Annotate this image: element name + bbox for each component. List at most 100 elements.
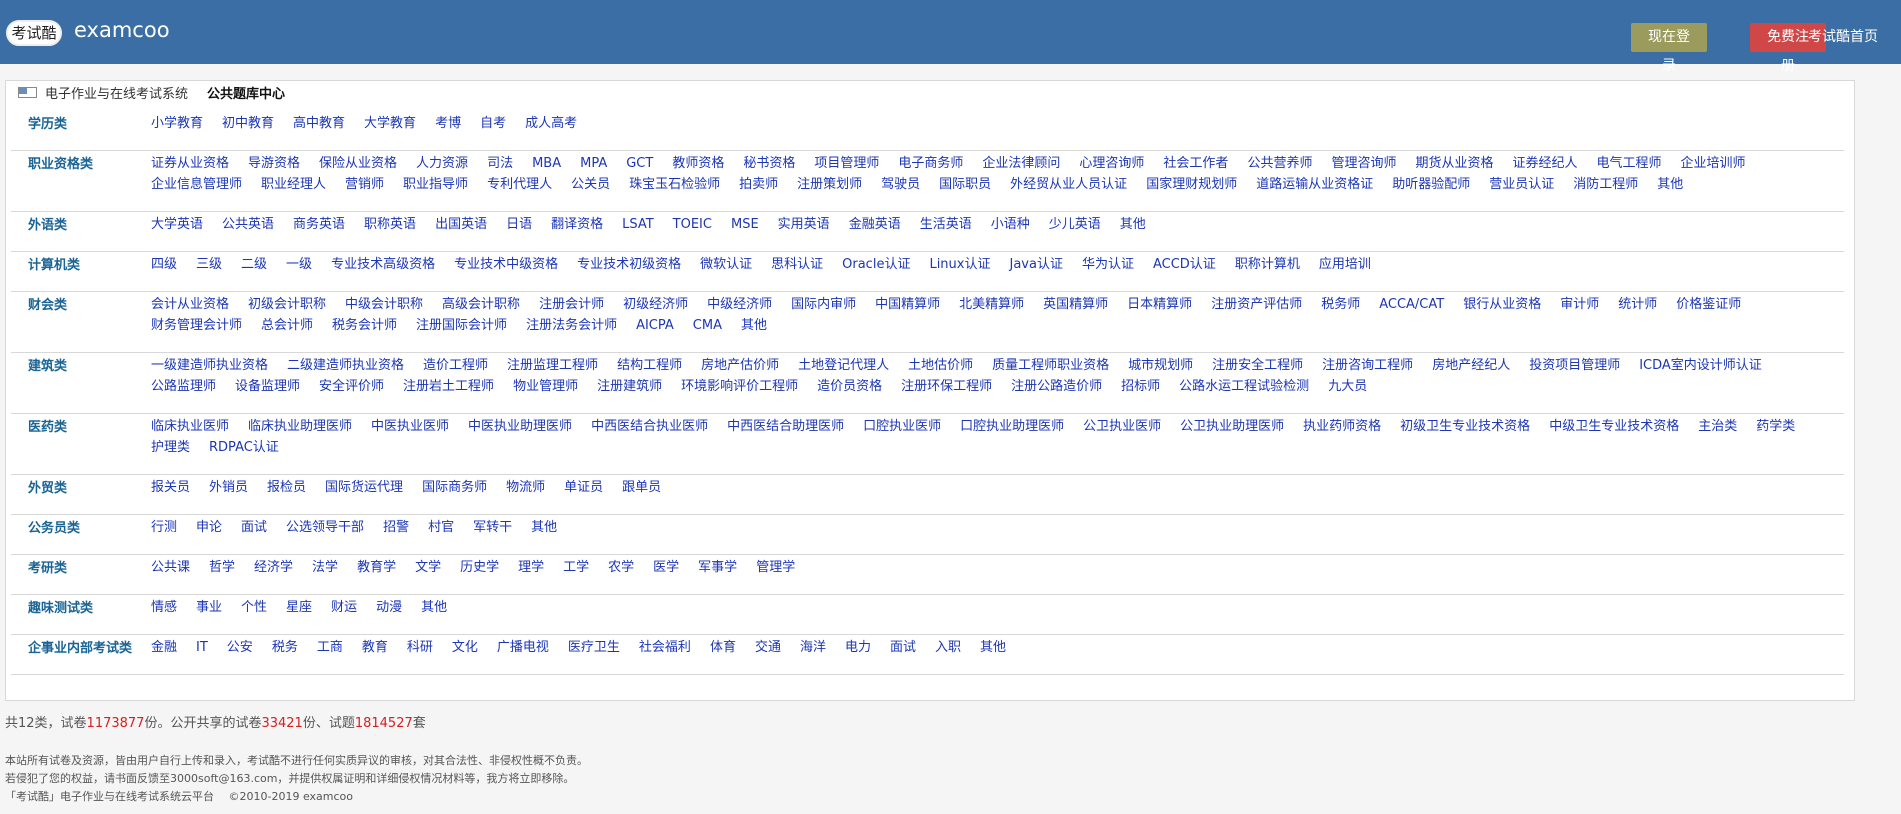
subcategory-link[interactable]: 初级会计职称	[248, 294, 326, 315]
subcategory-link[interactable]: 注册安全工程师	[1212, 355, 1303, 376]
subcategory-link[interactable]: 道路运输从业资格证	[1256, 174, 1373, 195]
category-name[interactable]: 外贸类	[11, 475, 151, 514]
subcategory-link[interactable]: 质量工程师职业资格	[992, 355, 1109, 376]
subcategory-link[interactable]: 经济学	[254, 557, 293, 578]
subcategory-link[interactable]: 国际货运代理	[325, 477, 403, 498]
subcategory-link[interactable]: 历史学	[460, 557, 499, 578]
subcategory-link[interactable]: 中医执业医师	[371, 416, 449, 437]
subcategory-link[interactable]: 应用培训	[1319, 254, 1371, 275]
subcategory-link[interactable]: 土地估价师	[908, 355, 973, 376]
subcategory-link[interactable]: 秘书资格	[743, 153, 795, 174]
subcategory-link[interactable]: 微软认证	[700, 254, 752, 275]
subcategory-link[interactable]: 主治类	[1698, 416, 1737, 437]
subcategory-link[interactable]: 安全评价师	[319, 376, 384, 397]
subcategory-link[interactable]: 税务	[272, 637, 298, 658]
subcategory-link[interactable]: 医学	[653, 557, 679, 578]
subcategory-link[interactable]: 招警	[383, 517, 409, 538]
home-link[interactable]: 考试酷首页	[1808, 24, 1878, 51]
subcategory-link[interactable]: 交通	[755, 637, 781, 658]
subcategory-link[interactable]: 面试	[241, 517, 267, 538]
subcategory-link[interactable]: CMA	[693, 315, 722, 336]
login-button[interactable]: 现在登录	[1631, 23, 1707, 74]
subcategory-link[interactable]: 工学	[563, 557, 589, 578]
subcategory-link[interactable]: 助听器验配师	[1392, 174, 1470, 195]
subcategory-link[interactable]: 期货从业资格	[1415, 153, 1493, 174]
subcategory-link[interactable]: 司法	[487, 153, 513, 174]
subcategory-link[interactable]: 营销师	[345, 174, 384, 195]
subcategory-link[interactable]: 文学	[415, 557, 441, 578]
subcategory-link[interactable]: 设备监理师	[235, 376, 300, 397]
subcategory-link[interactable]: 入职	[935, 637, 961, 658]
subcategory-link[interactable]: 日语	[506, 214, 532, 235]
subcategory-link[interactable]: 导游资格	[248, 153, 300, 174]
subcategory-link[interactable]: 药学类	[1756, 416, 1795, 437]
subcategory-link[interactable]: 证券从业资格	[151, 153, 229, 174]
category-name[interactable]: 趣味测试类	[11, 595, 151, 634]
subcategory-link[interactable]: 少儿英语	[1049, 214, 1101, 235]
subcategory-link[interactable]: 职称英语	[364, 214, 416, 235]
subcategory-link[interactable]: 电力	[845, 637, 871, 658]
subcategory-link[interactable]: 报检员	[267, 477, 306, 498]
subcategory-link[interactable]: 情感	[151, 597, 177, 618]
subcategory-link[interactable]: 小学教育	[151, 113, 203, 134]
subcategory-link[interactable]: 专业技术高级资格	[331, 254, 435, 275]
subcategory-link[interactable]: 临床执业助理医师	[248, 416, 352, 437]
subcategory-link[interactable]: 营业员认证	[1489, 174, 1554, 195]
subcategory-link[interactable]: 拍卖师	[739, 174, 778, 195]
subcategory-link[interactable]: AICPA	[636, 315, 674, 336]
subcategory-link[interactable]: ACCA/CAT	[1379, 294, 1444, 315]
category-name[interactable]: 考研类	[11, 555, 151, 594]
subcategory-link[interactable]: 驾驶员	[881, 174, 920, 195]
subcategory-link[interactable]: 思科认证	[771, 254, 823, 275]
subcategory-link[interactable]: 其他	[1120, 214, 1146, 235]
subcategory-link[interactable]: 一级	[286, 254, 312, 275]
subcategory-link[interactable]: 公路监理师	[151, 376, 216, 397]
subcategory-link[interactable]: 中国精算师	[875, 294, 940, 315]
subcategory-link[interactable]: 出国英语	[435, 214, 487, 235]
subcategory-link[interactable]: 注册咨询工程师	[1322, 355, 1413, 376]
subcategory-link[interactable]: 村官	[428, 517, 454, 538]
subcategory-link[interactable]: 造价员资格	[817, 376, 882, 397]
subcategory-link[interactable]: 招标师	[1121, 376, 1160, 397]
subcategory-link[interactable]: 法学	[312, 557, 338, 578]
subcategory-link[interactable]: 金融英语	[849, 214, 901, 235]
subcategory-link[interactable]: 专利代理人	[487, 174, 552, 195]
subcategory-link[interactable]: 商务英语	[293, 214, 345, 235]
subcategory-link[interactable]: 注册监理工程师	[507, 355, 598, 376]
subcategory-link[interactable]: 国家理财规划师	[1146, 174, 1237, 195]
subcategory-link[interactable]: 国际商务师	[422, 477, 487, 498]
subcategory-link[interactable]: 税务会计师	[332, 315, 397, 336]
subcategory-link[interactable]: 初中教育	[222, 113, 274, 134]
category-name[interactable]: 职业资格类	[11, 151, 151, 211]
subcategory-link[interactable]: 一级建造师执业资格	[151, 355, 268, 376]
category-name[interactable]: 计算机类	[11, 252, 151, 291]
subcategory-link[interactable]: 造价工程师	[423, 355, 488, 376]
subcategory-link[interactable]: 统计师	[1618, 294, 1657, 315]
subcategory-link[interactable]: 税务师	[1321, 294, 1360, 315]
subcategory-link[interactable]: 审计师	[1560, 294, 1599, 315]
subcategory-link[interactable]: 生活英语	[920, 214, 972, 235]
subcategory-link[interactable]: 军事学	[698, 557, 737, 578]
subcategory-link[interactable]: 跟单员	[622, 477, 661, 498]
subcategory-link[interactable]: 金融	[151, 637, 177, 658]
category-name[interactable]: 公务员类	[11, 515, 151, 554]
subcategory-link[interactable]: 公共营养师	[1247, 153, 1312, 174]
subcategory-link[interactable]: 九大员	[1328, 376, 1367, 397]
category-name[interactable]: 学历类	[11, 111, 151, 150]
subcategory-link[interactable]: 城市规划师	[1128, 355, 1193, 376]
subcategory-link[interactable]: 国际职员	[939, 174, 991, 195]
subcategory-link[interactable]: 注册策划师	[797, 174, 862, 195]
subcategory-link[interactable]: 注册公路造价师	[1011, 376, 1102, 397]
subcategory-link[interactable]: 财运	[331, 597, 357, 618]
subcategory-link[interactable]: 口腔执业助理医师	[960, 416, 1064, 437]
subcategory-link[interactable]: 外经贸从业人员认证	[1010, 174, 1127, 195]
subcategory-link[interactable]: 电气工程师	[1597, 153, 1662, 174]
subcategory-link[interactable]: 注册资产评估师	[1211, 294, 1302, 315]
subcategory-link[interactable]: 管理咨询师	[1331, 153, 1396, 174]
subcategory-link[interactable]: 国际内审师	[791, 294, 856, 315]
subcategory-link[interactable]: Java认证	[1009, 254, 1062, 275]
subcategory-link[interactable]: 注册国际会计师	[416, 315, 507, 336]
subcategory-link[interactable]: 二级建造师执业资格	[287, 355, 404, 376]
subcategory-link[interactable]: 企业信息管理师	[151, 174, 242, 195]
subcategory-link[interactable]: 职业经理人	[261, 174, 326, 195]
